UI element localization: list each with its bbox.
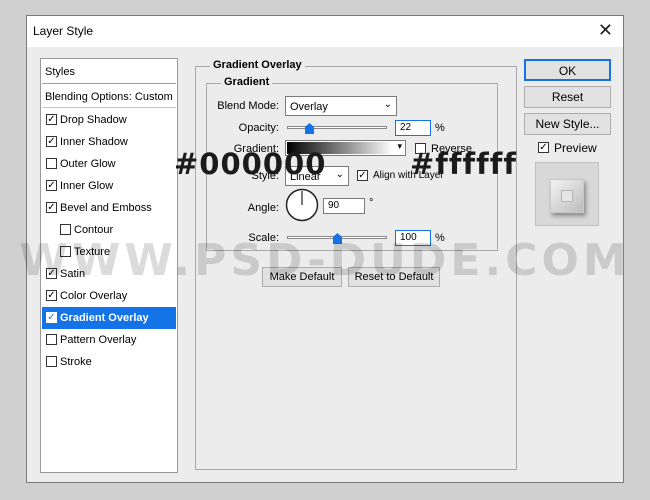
chevron-down-icon: ⌄	[383, 99, 392, 110]
style-item-drop-shadow[interactable]: ✓ Drop Shadow	[42, 109, 176, 131]
angle-input[interactable]: 90	[323, 198, 365, 214]
new-style-button[interactable]: New Style...	[524, 113, 611, 135]
blending-options-label: Blending Options: Custom	[45, 91, 173, 103]
blend-mode-value: Overlay	[290, 101, 328, 113]
style-item-color-overlay[interactable]: ✓ Color Overlay	[42, 285, 176, 307]
watermark: WWW.PSD-DUDE.COM	[19, 235, 631, 286]
style-item-gradient-overlay[interactable]: ✓ Gradient Overlay	[42, 307, 176, 329]
group-title: Gradient	[221, 76, 273, 88]
style-item-inner-glow[interactable]: ✓ Inner Glow	[42, 175, 176, 197]
style-preview	[535, 162, 599, 226]
window-title: Layer Style	[33, 24, 94, 38]
checkbox[interactable]	[46, 356, 57, 367]
angle-dial-icon[interactable]	[285, 188, 319, 222]
style-item-inner-shadow[interactable]: ✓ Inner Shadow	[42, 131, 176, 153]
opacity-slider-thumb[interactable]	[305, 123, 314, 134]
section-title: Gradient Overlay	[210, 59, 305, 71]
preview-swatch-inner	[561, 190, 573, 202]
opacity-unit: %	[435, 122, 445, 134]
style-item-label: Color Overlay	[60, 290, 128, 302]
checkbox[interactable]: ✓	[46, 136, 57, 147]
opacity-label: Opacity:	[238, 122, 279, 134]
checkbox[interactable]	[46, 158, 57, 169]
gradient-start-color-annotation: #000000	[174, 147, 327, 181]
style-item-label: Stroke	[60, 356, 92, 368]
dropdown-arrow-icon[interactable]: ▾	[397, 141, 402, 152]
style-item-label: Gradient Overlay	[60, 312, 149, 324]
preview-checkbox[interactable]: ✓	[538, 142, 549, 153]
angle-label: Angle:	[247, 202, 279, 214]
opacity-slider[interactable]	[287, 126, 387, 129]
style-item-label: Inner Glow	[60, 180, 114, 192]
style-item-pattern-overlay[interactable]: Pattern Overlay	[42, 329, 176, 351]
checkbox[interactable]: ✓	[46, 114, 57, 125]
checkbox[interactable]	[46, 334, 57, 345]
preview-swatch	[550, 179, 584, 213]
opacity-input[interactable]: 22	[395, 120, 431, 136]
checkbox[interactable]: ✓	[46, 290, 57, 301]
blend-mode-label: Blend Mode:	[217, 100, 279, 112]
style-item-label: Drop Shadow	[60, 114, 127, 126]
styles-label: Styles	[45, 66, 75, 78]
blend-mode-select[interactable]: Overlay ⌄	[285, 96, 397, 116]
style-item-label: Pattern Overlay	[60, 334, 137, 346]
angle-unit: °	[369, 197, 374, 209]
checkbox[interactable]: ✓	[46, 202, 57, 213]
gradient-end-color-annotation: #ffffff	[410, 147, 517, 181]
title-bar: Layer Style ✕	[27, 16, 623, 47]
style-item-label: Inner Shadow	[60, 136, 128, 148]
styles-header[interactable]: Styles	[42, 60, 176, 84]
ok-button[interactable]: OK	[524, 59, 611, 81]
checkbox[interactable]: ✓	[46, 180, 57, 191]
close-icon[interactable]: ✕	[598, 21, 613, 39]
blending-options[interactable]: Blending Options: Custom	[42, 86, 176, 108]
preview-label: Preview	[554, 141, 597, 155]
reset-button[interactable]: Reset	[524, 86, 611, 108]
style-item-outer-glow[interactable]: Outer Glow	[42, 153, 176, 175]
checkbox[interactable]: ✓	[46, 312, 57, 323]
style-item-label: Outer Glow	[60, 158, 116, 170]
align-checkbox[interactable]: ✓	[357, 170, 368, 181]
chevron-down-icon: ⌄	[335, 169, 344, 180]
style-item-label: Bevel and Emboss	[60, 202, 152, 214]
style-item-bevel-emboss[interactable]: ✓ Bevel and Emboss	[42, 197, 176, 219]
checkbox[interactable]	[60, 224, 71, 235]
style-item-stroke[interactable]: Stroke	[42, 351, 176, 373]
